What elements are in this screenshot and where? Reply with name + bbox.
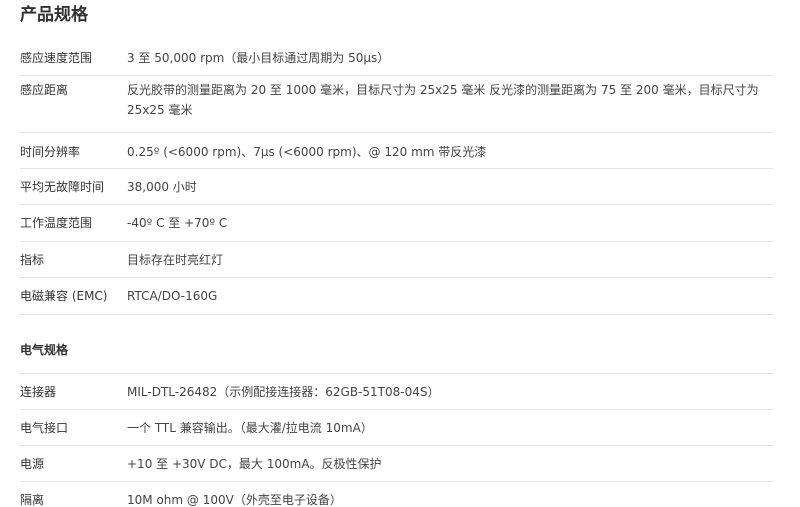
spec-row-indicator: 指标 目标存在时亮红灯 [20,242,773,278]
spec-row-operating-temp: 工作温度范围 -40º C 至 +70º C [20,205,773,242]
spec-value: -40º C 至 +70º C [127,216,228,230]
electrical-spec-table: 连接器 MIL-DTL-26482（示例配接连接器：62GB-51T08-04S… [20,374,773,507]
spec-label: 指标 [20,253,45,267]
section-title: 电气规格 [20,315,773,374]
spec-label: 隔离 [20,493,45,507]
spec-row-electrical-interface: 电气接口 一个 TTL 兼容输出。（最大灌/拉电流 10mA） [20,410,773,446]
spec-value: 0.25º (<6000 rpm)、7μs (<6000 rpm)、@ 120 … [127,145,487,159]
spec-row-power: 电源 +10 至 +30V DC，最大 100mA。反极性保护 [20,446,773,482]
spec-label: 时间分辨率 [20,145,81,159]
spec-label: 感应速度范围 [20,51,93,65]
spec-row-speed-range: 感应速度范围 3 至 50,000 rpm（最小目标通过周期为 50μs） [20,40,773,76]
spec-value: 10M ohm @ 100V（外壳至电子设备） [127,493,342,507]
spec-label: 感应距离 [20,83,69,97]
spec-row-isolation: 隔离 10M ohm @ 100V（外壳至电子设备） [20,482,773,507]
spec-value: MIL-DTL-26482（示例配接连接器：62GB-51T08-04S） [127,385,440,399]
spec-value: RTCA/DO-160G [127,289,218,303]
spec-page: 产品规格 感应速度范围 3 至 50,000 rpm（最小目标通过周期为 50μ… [0,0,800,507]
spec-value: 一个 TTL 兼容输出。（最大灌/拉电流 10mA） [127,421,373,435]
spec-value: 3 至 50,000 rpm（最小目标通过周期为 50μs） [127,51,390,65]
spec-label: 连接器 [20,385,57,399]
spec-value: +10 至 +30V DC，最大 100mA。反极性保护 [127,457,382,471]
spec-value: 38,000 小时 [127,180,197,194]
spec-value: 反光胶带的测量距离为 20 至 1000 毫米，目标尺寸为 25x25 毫米 反… [127,83,759,117]
spec-row-time-resolution: 时间分辨率 0.25º (<6000 rpm)、7μs (<6000 rpm)、… [20,133,773,169]
spec-label: 电气接口 [20,421,69,435]
electrical-spec-section: 电气规格 [20,315,773,374]
spec-label: 电源 [20,457,45,471]
spec-label: 平均无故障时间 [20,180,105,194]
spec-row-mtbf: 平均无故障时间 38,000 小时 [20,169,773,205]
spec-value: 目标存在时亮红灯 [127,253,224,267]
spec-label: 电磁兼容 (EMC) [20,289,108,303]
spec-row-connector: 连接器 MIL-DTL-26482（示例配接连接器：62GB-51T08-04S… [20,374,773,410]
spec-row-sensing-distance: 感应距离 反光胶带的测量距离为 20 至 1000 毫米，目标尺寸为 25x25… [20,76,773,133]
product-spec-table: 感应速度范围 3 至 50,000 rpm（最小目标通过周期为 50μs） 感应… [20,40,773,315]
spec-row-emc: 电磁兼容 (EMC) RTCA/DO-160G [20,278,773,315]
spec-label: 工作温度范围 [20,216,93,230]
page-title: 产品规格 [20,5,88,25]
